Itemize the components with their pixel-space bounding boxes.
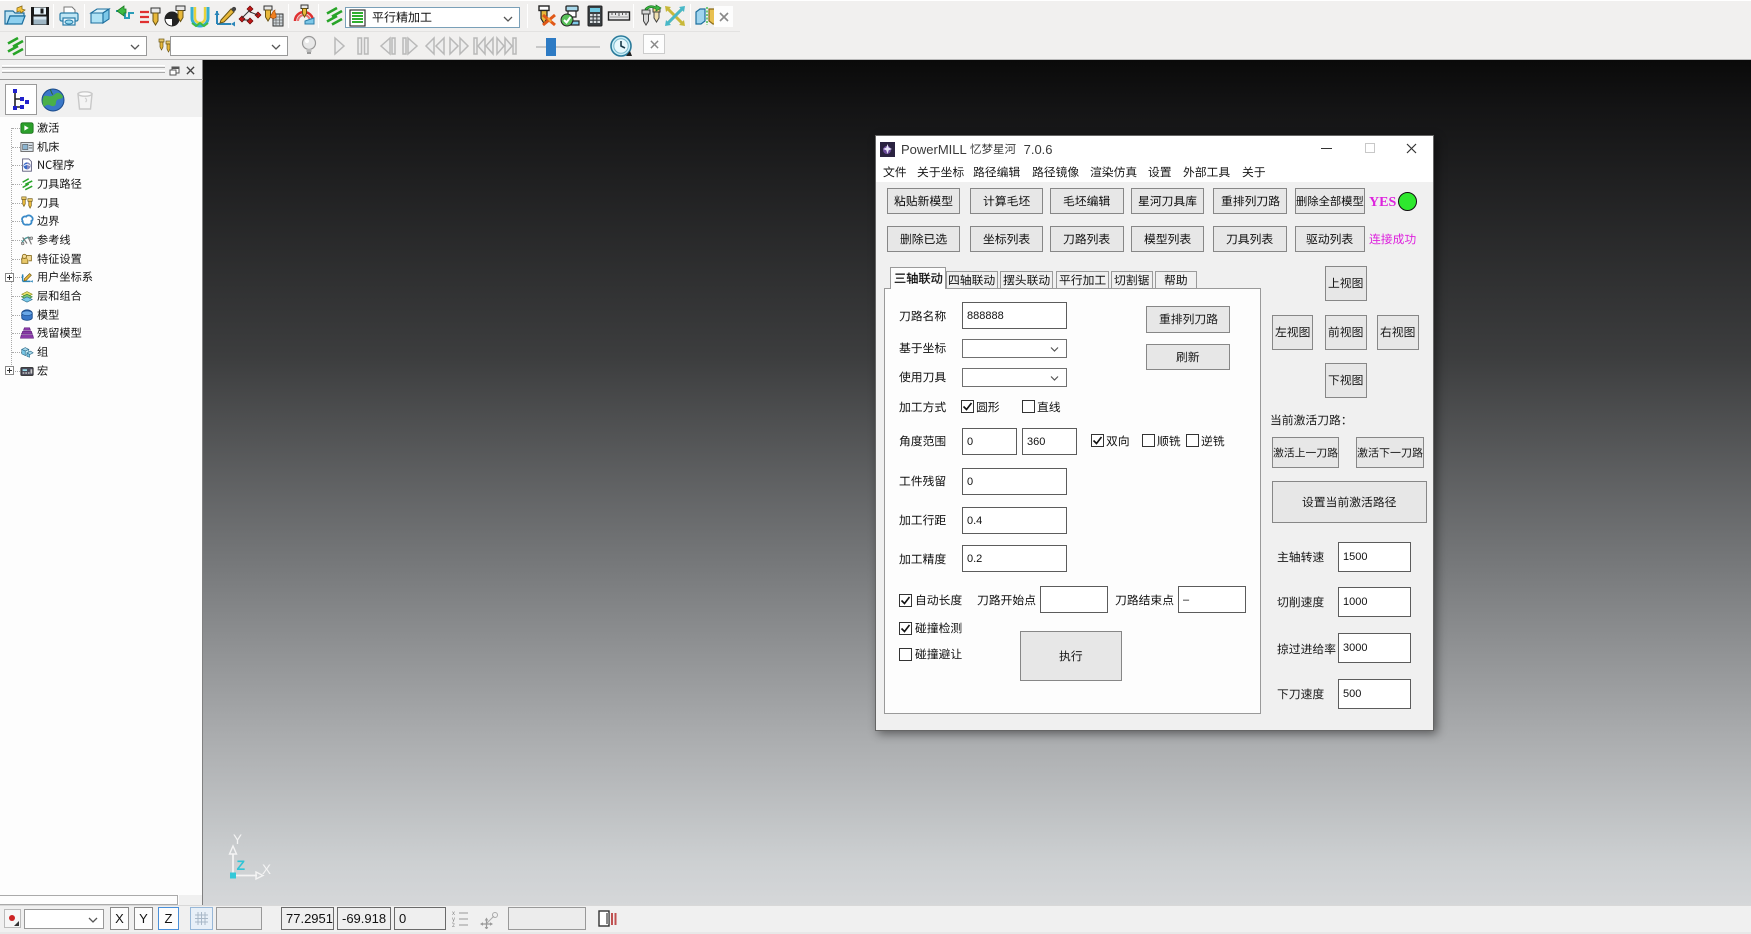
svg-text:Z: Z: [237, 857, 246, 873]
svg-text:z: z: [452, 923, 455, 929]
svg-text:X: X: [262, 862, 271, 877]
svg-text:Y: Y: [233, 832, 242, 847]
